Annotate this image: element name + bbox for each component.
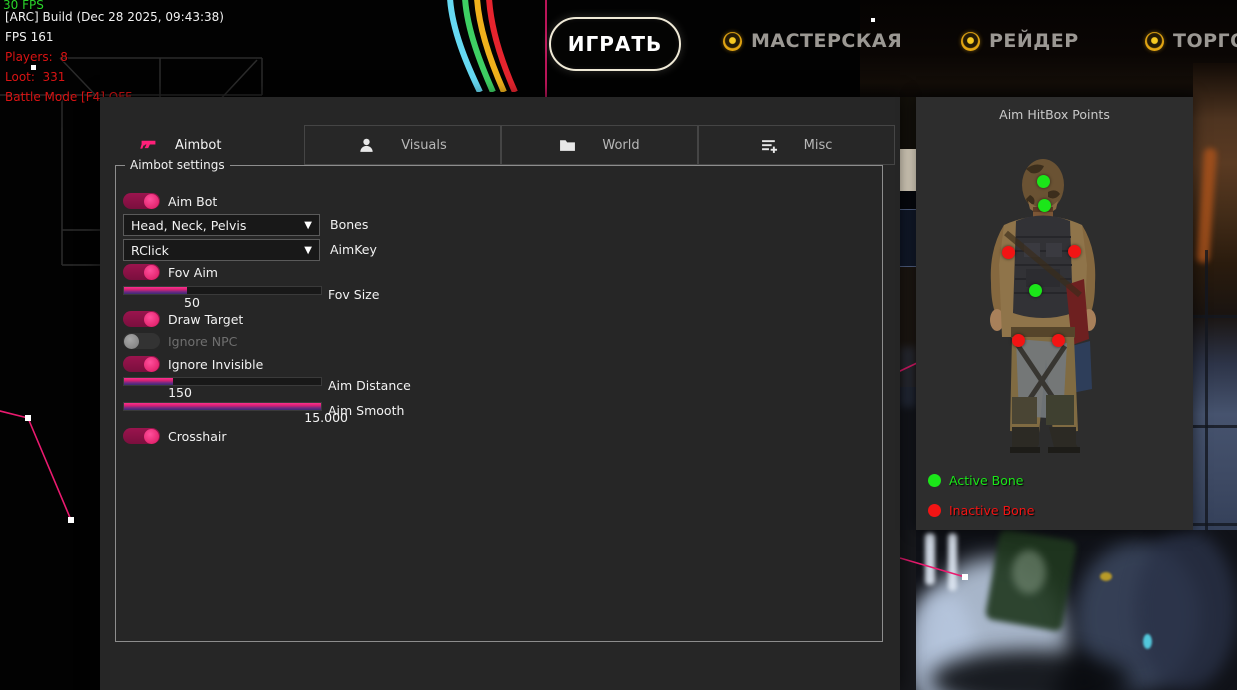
person-icon: [358, 137, 375, 154]
aimkey-label: AimKey: [330, 242, 377, 257]
play-button[interactable]: ИГРАТЬ: [549, 17, 681, 71]
bones-label: Bones: [330, 217, 368, 232]
esp-node-dot: [962, 574, 968, 580]
nav-item-raider[interactable]: РЕЙДЕР: [961, 30, 1079, 52]
folder-icon: [559, 137, 576, 154]
esp-node-dot: [871, 18, 875, 22]
hitbox-point-left-leg: [1012, 334, 1025, 347]
ignore-npc-toggle[interactable]: [123, 333, 160, 349]
background-grid-line: [1193, 425, 1237, 428]
legend-label: Active Bone: [949, 473, 1023, 488]
hitbox-point-left-arm: [1002, 246, 1015, 259]
tab-label: Misc: [804, 138, 833, 153]
nav-item-trade[interactable]: ТОРГО: [1145, 30, 1237, 52]
legend-active-bone: Active Bone: [928, 473, 1023, 488]
light-slat: [948, 533, 957, 591]
hitbox-point-right-leg: [1052, 334, 1065, 347]
blue-structure: [1135, 530, 1237, 690]
bones-dropdown[interactable]: Head, Neck, Pelvis ▼: [123, 214, 320, 236]
esp-node-dot: [68, 517, 74, 523]
aim-distance-value: 150: [150, 385, 210, 400]
aimkey-dropdown[interactable]: RClick ▼: [123, 239, 320, 261]
nav-item-label: РЕЙДЕР: [989, 30, 1079, 52]
ignore-invisible-label: Ignore Invisible: [168, 357, 263, 372]
fov-size-value: 50: [162, 295, 222, 310]
esp-node-dot: [25, 415, 31, 421]
coin-icon: [961, 32, 980, 51]
nav-item-label: ТОРГО: [1173, 30, 1237, 52]
build-info: [ARC] Build (Dec 28 2025, 09:43:38): [5, 10, 224, 24]
nav-item-label: МАСТЕРСКАЯ: [751, 30, 902, 52]
tab-misc[interactable]: Misc: [698, 125, 895, 165]
ignore-invisible-toggle[interactable]: [123, 356, 160, 372]
hitbox-point-pelvis: [1029, 284, 1042, 297]
nav-item-workshop[interactable]: МАСТЕРСКАЯ: [723, 30, 902, 52]
aim-smooth-label: Aim Smooth: [328, 403, 404, 418]
bones-dropdown-value: Head, Neck, Pelvis: [131, 218, 246, 233]
fov-size-slider[interactable]: [123, 286, 322, 295]
tab-visuals[interactable]: Visuals: [304, 125, 501, 165]
hitbox-preview-panel: Aim HitBox Points: [916, 97, 1193, 530]
gun-icon: [140, 137, 157, 154]
background-gap-strip: [900, 97, 916, 690]
fov-size-label: Fov Size: [328, 287, 379, 302]
cyan-speck: [1143, 634, 1152, 649]
legend-inactive-bone: Inactive Bone: [928, 503, 1034, 518]
tab-label: Aimbot: [175, 138, 221, 153]
ignore-npc-label: Ignore NPC: [168, 334, 237, 349]
background-grid-line: [1205, 250, 1208, 560]
fov-aim-label: Fov Aim: [168, 265, 218, 280]
legend-label: Inactive Bone: [949, 503, 1034, 518]
hitbox-point-head: [1037, 175, 1050, 188]
coin-icon: [723, 32, 742, 51]
play-button-label: ИГРАТЬ: [568, 32, 663, 56]
tab-label: Visuals: [401, 138, 447, 153]
tab-label: World: [602, 138, 639, 153]
hitbox-point-neck: [1038, 199, 1051, 212]
yellow-speck: [1100, 572, 1112, 581]
draw-target-toggle[interactable]: [123, 311, 160, 327]
group-title: Aimbot settings: [125, 158, 230, 172]
sliders-icon: [761, 137, 778, 154]
light-slat: [925, 533, 935, 585]
aim-bot-toggle[interactable]: [123, 193, 160, 209]
players-counter: Players: 8: [5, 50, 68, 64]
background-grid-line: [1193, 523, 1237, 526]
inactive-bone-dot-icon: [928, 504, 941, 517]
active-bone-dot-icon: [928, 474, 941, 487]
hitbox-points-layer: [916, 97, 1193, 530]
tab-world[interactable]: World: [501, 125, 698, 165]
sign-figure: [1012, 550, 1046, 594]
fps-counter: FPS 161: [5, 30, 53, 44]
fov-aim-toggle[interactable]: [123, 264, 160, 280]
hitbox-point-right-arm: [1068, 245, 1081, 258]
draw-target-label: Draw Target: [168, 312, 243, 327]
chevron-down-icon: ▼: [304, 245, 312, 256]
background-grid-line: [1193, 315, 1237, 318]
rainbow-stripes: [425, 0, 540, 92]
cheat-menu-panel: Aimbot Visuals World Misc Aimbot setting…: [100, 97, 900, 690]
chevron-down-icon: ▼: [304, 220, 312, 231]
background-dock-scene: [900, 530, 1237, 690]
aimkey-dropdown-value: RClick: [131, 243, 169, 258]
crosshair-toggle[interactable]: [123, 428, 160, 444]
crosshair-label: Crosshair: [168, 429, 226, 444]
loot-counter: Loot: 331: [5, 70, 65, 84]
aim-bot-label: Aim Bot: [168, 194, 217, 209]
aim-distance-label: Aim Distance: [328, 378, 411, 393]
coin-icon: [1145, 32, 1164, 51]
